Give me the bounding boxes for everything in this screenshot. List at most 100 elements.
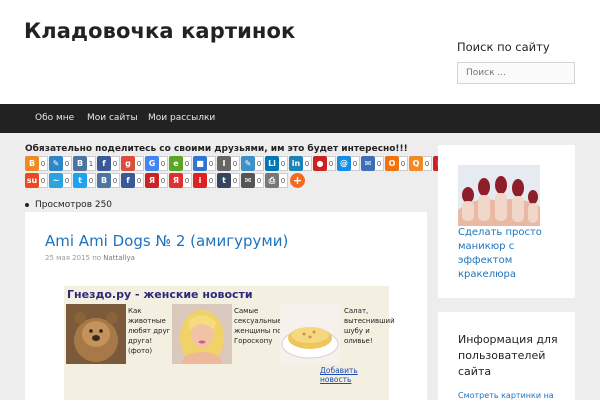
share-button[interactable]: Li 0 (265, 156, 288, 171)
odnoklassniki-alt-icon: O (385, 156, 399, 171)
linkedin-icon: Li (265, 156, 279, 171)
facebook-icon: f (97, 156, 111, 171)
info-widget-title: Информация для пользователей сайта (458, 333, 558, 378)
share-button[interactable]: G0 (145, 156, 168, 171)
share-button[interactable]: B1 (73, 156, 96, 171)
post-title[interactable]: Ami Ami Dogs № 2 (амигуруми) (45, 232, 288, 250)
share-button[interactable]: f0 (97, 156, 120, 171)
news-ad-block: Гнездо.ру - женские новости Как животные… (64, 286, 395, 400)
instapaper-icon: I (217, 156, 231, 171)
vkontakte-alt-icon: B (97, 173, 111, 188)
share-buttons-row: su 0 ~0 t 0 B 0 f 0 Я 0 Я 0 i 0 t 0 ✉ 0 ⎙ 0 + (25, 173, 305, 188)
share-count: 0 (135, 173, 144, 188)
nav-item-my-newsletters[interactable]: Мои рассылки (148, 113, 215, 123)
share-count: 0 (279, 156, 288, 171)
site-title[interactable]: Кладовочка картинок (24, 19, 295, 43)
add-news-link[interactable]: Добавить новость (320, 366, 389, 384)
share-count: 0 (231, 156, 240, 171)
livejournal-icon: ✎ (49, 156, 63, 171)
share-button[interactable]: ✎ 0 (241, 156, 264, 171)
share-button[interactable]: e0 (169, 156, 192, 171)
nav-item-my-sites[interactable]: Мои сайты (87, 113, 138, 123)
share-button[interactable]: I0 (217, 156, 240, 171)
share-button[interactable]: t0 (73, 173, 96, 188)
google-icon: G (145, 156, 159, 171)
share-button[interactable]: Q0 (409, 156, 432, 171)
evernote-icon: e (169, 156, 183, 171)
share-count: 0 (111, 156, 120, 171)
share-count: 0 (399, 156, 408, 171)
share-prompt: Обязательно поделитесь со своими друзьям… (25, 144, 408, 154)
googleplus-icon: g (121, 156, 135, 171)
post-date[interactable]: 25 мая 2015 (45, 254, 90, 262)
featured-post-link[interactable]: Сделать просто маникюр с эффектом кракел… (458, 226, 558, 282)
share-count: 0 (39, 173, 48, 188)
linkedin-alt-icon: in (289, 156, 303, 171)
share-button[interactable]: Я0 (145, 173, 168, 188)
search-input[interactable] (457, 62, 575, 84)
share-button[interactable]: in 0 (289, 156, 312, 171)
liveinternet-alt-icon: i (193, 173, 207, 188)
share-button[interactable]: Я0 (169, 173, 192, 188)
manicure-photo[interactable] (458, 165, 540, 226)
surfingbird-icon: ~ (49, 173, 63, 188)
share-button[interactable]: ✉ 0 (241, 173, 264, 188)
share-button[interactable]: ● 0 (313, 156, 336, 171)
share-count: 0 (63, 173, 72, 188)
share-button[interactable]: O0 (385, 156, 408, 171)
share-button[interactable]: su 0 (25, 173, 48, 188)
salad-photo[interactable] (280, 304, 340, 364)
share-count: 0 (39, 156, 48, 171)
share-count: 0 (375, 156, 384, 171)
vkontakte-icon: B (73, 156, 87, 171)
share-count: 0 (159, 173, 168, 188)
share-count: 0 (87, 173, 96, 188)
print-icon: ⎙ (265, 173, 279, 188)
bear-photo[interactable] (66, 304, 126, 364)
ad-item-text[interactable]: Салат, вытеснивший шубу и оливье! (344, 306, 395, 346)
share-button[interactable]: ⎙ 0 (265, 173, 288, 188)
share-button[interactable]: ✉ 0 (361, 156, 384, 171)
share-count: 0 (351, 156, 360, 171)
share-button[interactable]: f0 (121, 173, 144, 188)
share-button[interactable]: ~0 (49, 173, 72, 188)
share-count: 0 (63, 156, 72, 171)
stumbleupon-icon: su (25, 173, 39, 188)
woman-photo[interactable] (172, 304, 232, 364)
share-count: 1 (87, 156, 96, 171)
post-by: по (92, 254, 102, 262)
post-meta: 25 мая 2015 по Nattallya (45, 254, 135, 262)
email-icon: ✉ (241, 173, 255, 188)
main-navigation: Обо мне Мои сайты Мои рассылки (0, 104, 600, 133)
share-button[interactable]: t0 (217, 173, 240, 188)
nav-item-about[interactable]: Обо мне (35, 113, 74, 123)
facebook-alt-icon: f (121, 173, 135, 188)
mail-icon: @ (337, 156, 351, 171)
share-button[interactable]: i0 (193, 173, 216, 188)
share-button[interactable]: B0 (25, 156, 48, 171)
share-button[interactable]: @0 (337, 156, 360, 171)
share-button[interactable]: B0 (97, 173, 120, 188)
ad-title[interactable]: Гнездо.ру - женские новости (67, 288, 253, 301)
share-count: 0 (279, 173, 288, 188)
search-icon: Q (409, 156, 423, 171)
share-count: 0 (207, 156, 216, 171)
ad-item-text[interactable]: Как животные любят друг друга! (фото) (128, 306, 178, 356)
ad-item-text[interactable]: Самые сексуальные женщины по Гороскопу (234, 306, 284, 346)
share-count: 0 (159, 156, 168, 171)
yandex-icon: Я (145, 173, 159, 188)
blogger-icon: B (25, 156, 39, 171)
share-count: 0 (327, 156, 336, 171)
share-more-icon[interactable]: + (290, 173, 305, 188)
bullet-icon (25, 202, 29, 207)
sidebar-widget-featured: Сделать просто маникюр с эффектом кракел… (438, 145, 575, 298)
share-button[interactable]: ✎ 0 (49, 156, 72, 171)
share-buttons-row: B0✎0B1f0g0G0e0■0I0✎0Li0in0●0@0✉0O0Q0P1▲ (25, 156, 472, 171)
post-author[interactable]: Nattallya (103, 254, 135, 262)
share-count: 0 (183, 173, 192, 188)
info-widget-link[interactable]: Смотреть картинки на (458, 391, 575, 400)
share-button[interactable]: ■ 0 (193, 156, 216, 171)
share-button[interactable]: g0 (121, 156, 144, 171)
share-count: 0 (255, 156, 264, 171)
moimir-icon: ✉ (361, 156, 375, 171)
